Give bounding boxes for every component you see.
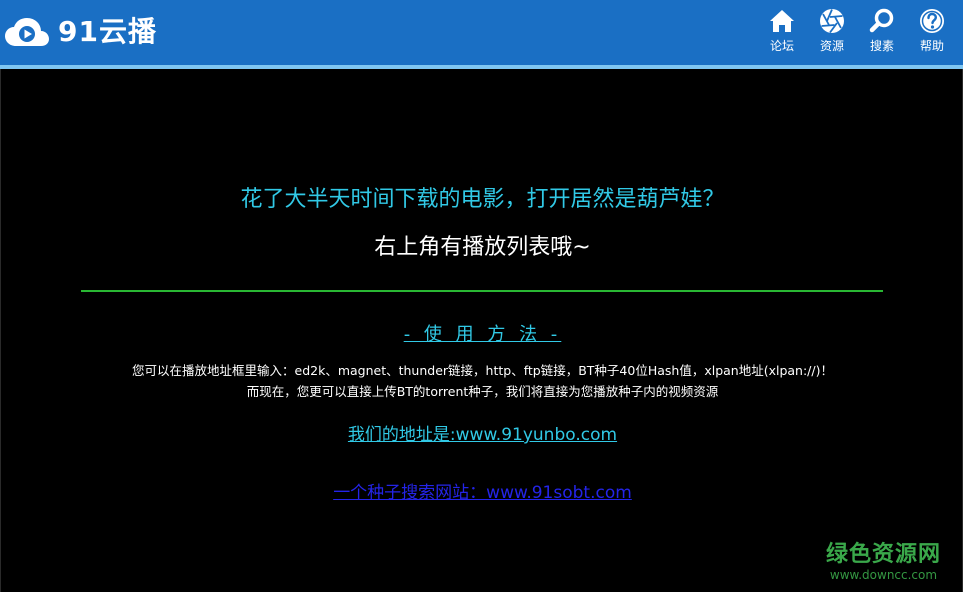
site-address-link[interactable]: 我们的地址是:www.91yunbo.com [1,423,963,447]
top-nav: 论坛 资源 搜素 帮助 [757,8,957,58]
player-area[interactable]: 花了大半天时间下载的电影，打开居然是葫芦娃？ 右上角有播放列表哦~ - 使 用 … [0,69,963,592]
usage-instruction-2: 而现在，您更可以直接上传BT的torrent种子，我们将直接为您播放种子内的视频… [246,384,719,399]
search-icon [869,8,894,33]
nav-help-button[interactable]: 帮助 [907,8,957,58]
app-logo[interactable]: 91云播 [4,12,157,52]
home-icon [770,10,794,32]
watermark-title: 绿色资源网 [825,542,941,567]
app-name: 91云播 [58,15,157,48]
playlist-hint-text: 右上角有播放列表哦~ [374,235,591,260]
nav-forum-label: 论坛 [769,39,794,53]
watermark: 绿色资源网 www.downcc.com [826,542,941,582]
top-bar: 91云播 论坛 资源 搜素 帮助 [0,0,963,69]
torrent-search-link[interactable]: 一个种子搜索网站：www.91sobt.com [1,481,963,505]
nav-resources-label: 资源 [819,39,844,53]
headline-text: 花了大半天时间下载的电影，打开居然是葫芦娃？ [240,187,725,212]
nav-help-label: 帮助 [919,39,944,53]
watermark-url: www.downcc.com [829,568,938,582]
aperture-icon [820,9,844,34]
usage-instruction-1: 您可以在播放地址框里输入：ed2k、magnet、thunder链接，http、… [132,363,833,378]
usage-title: - 使 用 方 法 - [403,324,562,345]
nav-resources-button[interactable]: 资源 [807,8,857,58]
nav-search-label: 搜素 [869,39,894,53]
cloud-play-icon [5,18,49,46]
help-icon [920,9,944,33]
nav-forum-button[interactable]: 论坛 [757,8,807,58]
nav-search-button[interactable]: 搜素 [857,8,907,58]
divider-line [81,290,883,292]
